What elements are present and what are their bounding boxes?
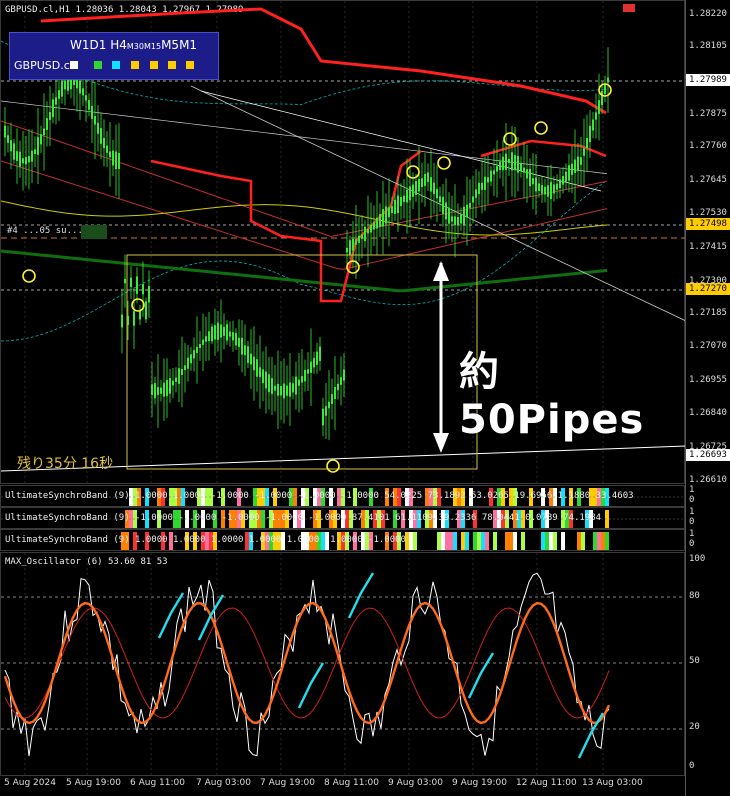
price-tick: 1.26955 (689, 375, 727, 385)
price-tick: 1.26610 (689, 475, 727, 485)
indicator-square (150, 61, 158, 69)
price-tick: 1.28105 (689, 41, 727, 51)
symbol-label: GBPUSD.cl (14, 59, 73, 72)
osc-level-20: 20 (689, 722, 700, 732)
timeframe-row: W1D1 H4M30M15M5M1 (70, 38, 197, 52)
synchro-axis-1-top: 1 (689, 485, 695, 495)
oscillator-label: MAX_Oscillator (6) 53.60 81 53 (5, 557, 168, 567)
price-tick: 1.27875 (689, 109, 727, 119)
time-tick: 12 Aug 11:00 (516, 778, 577, 788)
synchro-axis-1-bot: 0 (689, 495, 695, 505)
timeframe-panel: W1D1 H4M30M15M5M1 GBPUSD.cl (9, 32, 219, 80)
price-tick: 1.27645 (689, 175, 727, 185)
price-tick: 1.26840 (689, 408, 727, 418)
indicator-square (112, 61, 120, 69)
tf-m30[interactable]: M30 (127, 42, 144, 51)
level-label-2: 1.27270 (686, 283, 730, 295)
current-price-label: 1.27989 (686, 74, 730, 86)
synchro-pane-1[interactable]: UltimateSynchroBand (9) 1.0000 1.0000 -1… (0, 485, 686, 507)
pips-annotation: 約50Pipes (459, 349, 645, 443)
time-tick: 5 Aug 19:00 (66, 778, 121, 788)
price-axis[interactable]: 1.28220 1.28105 1.27875 1.27760 1.27645 1.275… (685, 0, 730, 796)
level-label-3: 1.26693 (686, 449, 730, 461)
synchro-pane-3[interactable]: UltimateSynchroBand (9) 1.0000 1.0000 1.… (0, 529, 685, 551)
tf-m1[interactable]: M1 (179, 38, 197, 52)
time-tick: 13 Aug 03:00 (582, 778, 643, 788)
price-tick: 1.27415 (689, 242, 727, 252)
order-marker (81, 225, 107, 239)
synchro-axis-3-top: 1 (689, 529, 695, 539)
price-tick: 1.27185 (689, 308, 727, 318)
synchro-axis-3-bot: 0 (689, 539, 695, 549)
indicator-square (168, 61, 176, 69)
level-label-1: 1.27498 (686, 218, 730, 230)
synchro-axis-2-top: 1 (689, 507, 695, 517)
synchro-label-2: UltimateSynchroBand (9) -1.0000 -1.0000 … (5, 513, 602, 523)
indicator-square (94, 61, 102, 69)
time-tick: 7 Aug 19:00 (260, 778, 315, 788)
indicator-square (131, 61, 139, 69)
osc-level-80: 80 (689, 591, 700, 601)
synchro-label-1: UltimateSynchroBand (9) 1.0000 1.0000 -1… (5, 491, 634, 501)
main-chart-pane[interactable]: GBPUSD.cl,H1 1.28036 1.28043 1.27967 1.2… (0, 0, 686, 485)
osc-level-0: 0 (689, 761, 695, 771)
tf-w1[interactable]: W1 (70, 38, 90, 52)
time-tick: 9 Aug 03:00 (388, 778, 443, 788)
oscillator-pane[interactable]: MAX_Oscillator (6) 53.60 81 53 (0, 552, 686, 777)
oscillator-canvas (1, 553, 686, 777)
price-tick: 1.27760 (689, 141, 727, 151)
price-tick: 1.27530 (689, 208, 727, 218)
synchro-label-3: UltimateSynchroBand (9) 1.0000 1.0000 1.… (5, 535, 406, 545)
osc-level-100: 100 (689, 554, 706, 564)
synchro-pane-2[interactable]: UltimateSynchroBand (9) -1.0000 -1.0000 … (0, 507, 686, 529)
time-tick: 5 Aug 2024 (4, 778, 56, 788)
indicator-square (186, 61, 194, 69)
time-tick: 7 Aug 03:00 (196, 778, 251, 788)
tf-d1[interactable]: D1 (90, 38, 107, 52)
order-label: #4 ...05 su... (7, 226, 83, 236)
indicator-square (70, 61, 78, 69)
bar-timer: 残り35分 16秒 (17, 456, 114, 472)
time-tick: 8 Aug 11:00 (324, 778, 379, 788)
price-tick: 1.28220 (689, 9, 727, 19)
tf-h4[interactable]: H4 (110, 38, 127, 52)
synchro-axis-2-bot: 0 (689, 517, 695, 527)
tf-m15[interactable]: M15 (144, 42, 161, 51)
price-tick: 1.27070 (689, 341, 727, 351)
time-tick: 6 Aug 11:00 (130, 778, 185, 788)
tf-m5[interactable]: M5 (161, 38, 179, 52)
time-tick: 9 Aug 19:00 (452, 778, 507, 788)
osc-level-50: 50 (689, 656, 700, 666)
